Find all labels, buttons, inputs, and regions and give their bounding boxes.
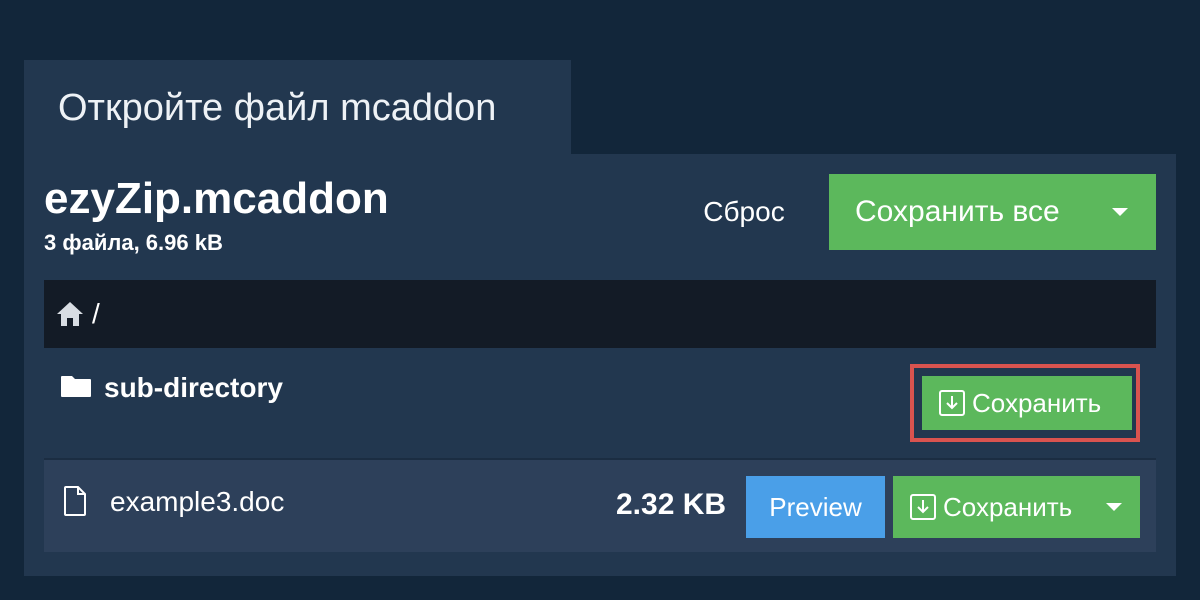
breadcrumb-separator: / (92, 298, 100, 329)
chevron-down-icon[interactable] (1112, 208, 1128, 216)
archive-name: ezyZip.mcaddon (44, 174, 389, 223)
chevron-down-icon[interactable] (1106, 503, 1122, 511)
save-button[interactable]: Сохранить (893, 476, 1140, 538)
save-all-label: Сохранить все (855, 195, 1060, 228)
save-button[interactable]: Сохранить (922, 376, 1132, 430)
download-icon (910, 494, 936, 520)
home-icon[interactable] (56, 301, 84, 327)
save-label: Сохранить (972, 387, 1102, 418)
download-icon (939, 390, 965, 416)
breadcrumb: / (44, 280, 1156, 348)
file-size: 2.32 KB (616, 488, 727, 521)
save-all-button[interactable]: Сохранить все (829, 174, 1156, 250)
list-item: sub-directory Сохранить (44, 348, 1156, 460)
preview-button[interactable]: Preview (746, 476, 885, 538)
file-name[interactable]: example3.doc (110, 486, 284, 518)
file-icon (64, 486, 86, 516)
list-item: example3.doc 2.32 KB Preview Сохранить (44, 460, 1156, 552)
tab-title: Откройте файл mcaddon (58, 86, 497, 129)
directory-name[interactable]: sub-directory (104, 372, 283, 404)
folder-icon (61, 376, 91, 397)
reset-button[interactable]: Сброс (684, 174, 804, 250)
archive-panel: ezyZip.mcaddon 3 файла, 6.96 kB Сброс Со… (24, 154, 1176, 576)
save-label: Сохранить (943, 491, 1073, 522)
open-file-tab[interactable]: Откройте файл mcaddon (24, 60, 571, 156)
archive-info: 3 файла, 6.96 kB (44, 230, 223, 255)
